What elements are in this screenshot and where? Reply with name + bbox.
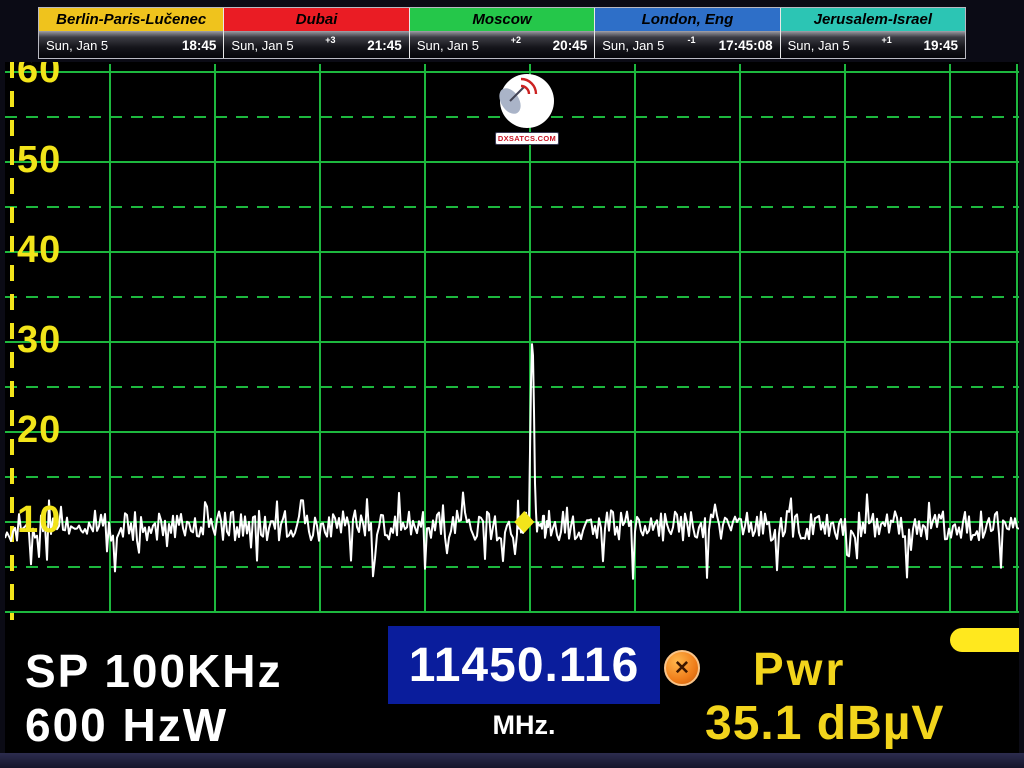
timezone-name: Jerusalem-Israel — [781, 8, 965, 31]
readout-bar: SP 100KHz 600 HzW 11450.116 MHz. ✕ Pwr 3… — [5, 620, 1019, 753]
satellite-dish-icon — [500, 74, 554, 128]
timezone-date: Sun, Jan 5 — [788, 38, 850, 53]
frequency-unit: MHz. — [388, 710, 660, 741]
frequency-display: 11450.116 — [388, 626, 660, 704]
timezone-utc-offset: +1 — [882, 35, 892, 45]
timezone-jerusalem: Jerusalem-Israel Sun, Jan 5 +1 19:45 — [780, 8, 965, 58]
timezone-utc-offset: +3 — [325, 35, 335, 45]
y-axis-label: 60 — [17, 62, 61, 89]
timezone-datetime: Sun, Jan 5 +2 20:45 — [410, 31, 594, 58]
world-clock-bar: Berlin-Paris-Lučenec Sun, Jan 5 18:45 Du… — [38, 7, 966, 59]
y-axis-label: 20 — [17, 411, 61, 449]
timezone-name: Dubai — [224, 8, 408, 31]
power-value: 35.1 dBµV — [705, 696, 944, 751]
span-readout: SP 100KHz — [25, 644, 283, 698]
timezone-date: Sun, Jan 5 — [231, 38, 293, 53]
timezone-name: Berlin-Paris-Lučenec — [39, 8, 223, 31]
timezone-datetime: Sun, Jan 5 +3 21:45 — [224, 31, 408, 58]
status-pill-indicator — [950, 628, 1019, 652]
timezone-utc-offset: -1 — [687, 35, 695, 45]
y-axis-label: 50 — [17, 141, 61, 179]
timezone-london: London, Eng Sun, Jan 5 -1 17:45:08 — [594, 8, 779, 58]
close-x-glyph: ✕ — [674, 657, 690, 680]
timezone-date: Sun, Jan 5 — [602, 38, 664, 53]
timezone-time: 18:45 — [182, 38, 217, 53]
timezone-moscow: Moscow Sun, Jan 5 +2 20:45 — [409, 8, 594, 58]
timezone-time: 19:45 — [923, 38, 958, 53]
timezone-datetime: Sun, Jan 5 -1 17:45:08 — [595, 31, 779, 58]
power-label: Pwr — [753, 642, 846, 696]
y-axis-label: 30 — [17, 321, 61, 359]
timezone-time: 17:45:08 — [719, 38, 773, 53]
y-axis-label: 40 — [17, 231, 61, 269]
logo-text: DXSATCS.COM — [495, 132, 559, 145]
timezone-date: Sun, Jan 5 — [417, 38, 479, 53]
timezone-dubai: Dubai Sun, Jan 5 +3 21:45 — [223, 8, 408, 58]
timezone-name: Moscow — [410, 8, 594, 31]
timezone-name: London, Eng — [595, 8, 779, 31]
close-icon[interactable]: ✕ — [664, 650, 700, 686]
timezone-datetime: Sun, Jan 5 18:45 — [39, 31, 223, 58]
timezone-time: 20:45 — [553, 38, 588, 53]
timezone-berlin: Berlin-Paris-Lučenec Sun, Jan 5 18:45 — [39, 8, 223, 58]
timezone-date: Sun, Jan 5 — [46, 38, 108, 53]
dxsatcs-logo: DXSATCS.COM — [491, 74, 563, 146]
timezone-time: 21:45 — [367, 38, 402, 53]
spectrum-display: 60 50 40 30 20 10 DXSATCS.COM — [5, 62, 1019, 620]
bandwidth-readout: 600 HzW — [25, 698, 228, 752]
y-axis-label: 10 — [17, 501, 61, 539]
timezone-datetime: Sun, Jan 5 +1 19:45 — [781, 31, 965, 58]
bottom-edge-strip — [0, 753, 1024, 768]
display-panel: 60 50 40 30 20 10 DXSATCS.COM SP 100KHz 600 H… — [5, 62, 1019, 753]
spectrum-analyzer-screen: Berlin-Paris-Lučenec Sun, Jan 5 18:45 Du… — [0, 0, 1024, 768]
timezone-utc-offset: +2 — [511, 35, 521, 45]
